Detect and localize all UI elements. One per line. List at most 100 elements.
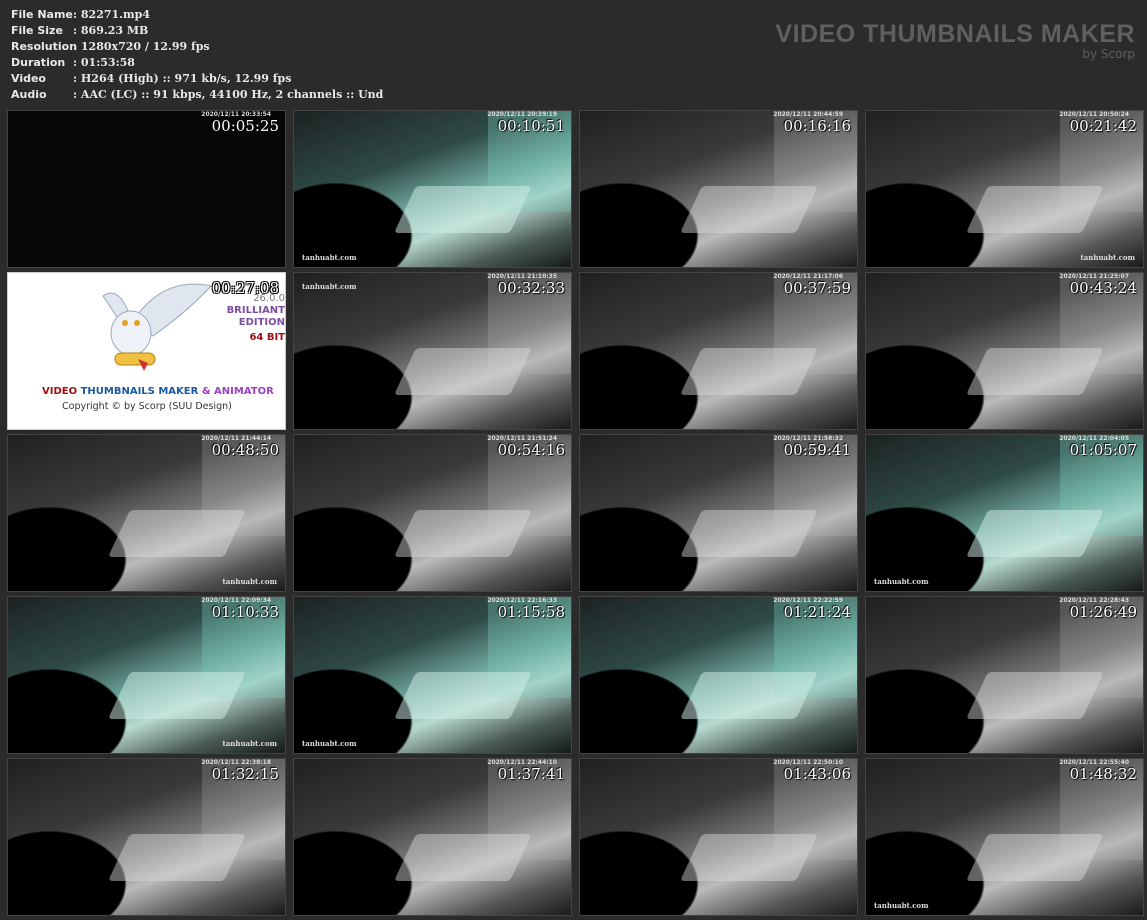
thumbnail-timestamp: 00:32:33 [497,279,565,297]
thumbnail-timestamp: 00:10:51 [497,117,565,135]
info-label: Duration [11,56,66,69]
owl-logo-icon [102,283,212,371]
info-value-text: 869.23 MB [80,24,149,37]
info-row: Duration: 01:53:58 [11,55,383,71]
thumbnail[interactable]: 2020/12/11 21:10:35 00:32:33 tanhuabt.com [293,272,572,430]
info-row: Resolution: 1280x720 / 12.99 fps [11,39,383,55]
thumbnail[interactable]: 2020/12/11 22:38:18 01:32:15 [7,758,286,916]
info-label: Resolution [11,40,78,53]
file-info-panel: File Name: 82271.mp4 File Size: 869.23 MB… [11,7,383,103]
thumbnail-timestamp: 01:10:33 [211,603,279,621]
info-separator: : [73,40,78,53]
thumbnail[interactable]: 2020/12/11 20:44:59 00:16:16 [579,110,858,268]
scene-bed [393,347,533,395]
watermark-text: tanhuabt.com [302,282,357,291]
thumbnail-timestamp: 01:26:49 [1069,603,1137,621]
info-row: File Name: 82271.mp4 [11,7,383,23]
thumbnail-timestamp: 01:43:06 [783,765,851,783]
scene-bed [393,833,533,881]
thumbnail[interactable]: 2020/12/11 21:17:06 00:37:59 [579,272,858,430]
watermark-text: tanhuabt.com [302,253,357,262]
info-label: File Name [11,8,73,21]
info-row: Audio: AAC (LC) :: 91 kbps, 44100 Hz, 2 … [11,87,383,103]
thumbnail-logo[interactable]: 26.0.0 BRILLIANT EDITION 64 BIT VIDEO TH… [7,272,286,430]
thumbnail[interactable]: 2020/12/11 22:22:59 01:21:24 [579,596,858,754]
thumbnail-timestamp: 00:59:41 [783,441,851,459]
thumbnail[interactable]: 2020/12/11 20:50:24 00:21:42 tanhuabt.com [865,110,1144,268]
info-value-text: AAC (LC) :: 91 kbps, 44100 Hz, 2 channel… [80,88,384,101]
thumbnail[interactable]: 2020/12/11 22:04:05 01:05:07 tanhuabt.com [865,434,1144,592]
thumbnail[interactable]: 2020/12/11 22:16:33 01:15:58 tanhuabt.com [293,596,572,754]
watermark-text: tanhuabt.com [874,577,929,586]
thumbnail[interactable]: 2020/12/11 22:09:34 01:10:33 tanhuabt.com [7,596,286,754]
thumbnail[interactable]: 2020/12/11 21:58:32 00:59:41 [579,434,858,592]
info-separator: : [73,88,78,101]
scene-bed [965,347,1105,395]
product-name-a: VIDEO [42,386,81,397]
thumbnail[interactable]: 2020/12/11 20:33:54 00:05:25 [7,110,286,268]
scene-bed [965,509,1105,557]
thumbnail[interactable]: 2020/12/11 21:51:24 00:54:16 [293,434,572,592]
thumbnail[interactable]: 2020/12/11 21:44:14 00:48:50 tanhuabt.com [7,434,286,592]
thumbnail-timestamp: 01:37:41 [497,765,565,783]
info-separator: : [73,24,78,37]
watermark-text: tanhuabt.com [302,739,357,748]
thumbnail-timestamp: 00:21:42 [1069,117,1137,135]
info-value: : 01:53:58 [73,55,135,71]
thumbnail-timestamp: 00:27:08 [211,279,279,297]
thumbnail[interactable]: 2020/12/11 21:25:07 00:43:24 [865,272,1144,430]
info-row: Video : H264 (High) :: 971 kb/s, 12.99 fp… [11,71,383,87]
info-row: File Size: 869.23 MB [11,23,383,39]
info-value-text: 01:53:58 [80,56,135,69]
edition-text: BRILLIANT [226,305,285,316]
info-value-text: 1280x720 / 12.99 fps [80,40,210,53]
scene-bed [393,509,533,557]
info-value: : H264 (High) :: 971 kb/s, 12.99 fps [73,71,291,87]
brand-subtitle: by Scorp [1082,47,1135,61]
thumbnail-timestamp: 00:37:59 [783,279,851,297]
info-value-text: 82271.mp4 [80,8,150,21]
thumbnail-timestamp: 00:54:16 [497,441,565,459]
thumbnail[interactable]: 2020/12/11 22:44:10 01:37:41 [293,758,572,916]
product-name-b: THUMBNAILS MAKER [80,386,202,397]
thumbnail-timestamp: 01:32:15 [211,765,279,783]
product-name-c: & ANIMATOR [201,386,274,397]
thumbnail[interactable]: 2020/12/11 22:55:40 01:48:32 tanhuabt.com [865,758,1144,916]
thumbnail-grid: 2020/12/11 20:33:54 00:05:25 2020/12/11 20… [7,110,1144,916]
info-separator: : [73,8,78,21]
copyright-text: Copyright © by Scorp (SUU Design) [62,401,232,412]
edition-text-2: EDITION [238,317,285,328]
thumbnail-timestamp: 01:15:58 [497,603,565,621]
info-label: File Size [11,24,63,37]
thumbnail-timestamp: 00:05:25 [211,117,279,135]
scene-bed [107,509,247,557]
thumbnail-timestamp: 00:48:50 [211,441,279,459]
scene-bed [107,833,247,881]
thumbnail-timestamp: 01:48:32 [1069,765,1137,783]
scene-bed [393,185,533,233]
scene-bed [679,347,819,395]
thumbnail-timestamp: 00:43:24 [1069,279,1137,297]
brand-title: VIDEO THUMBNAILS MAKER [775,20,1135,48]
scene-bed [965,185,1105,233]
scene-bed [393,671,533,719]
thumbnail[interactable]: 2020/12/11 22:28:43 01:26:49 [865,596,1144,754]
info-separator: : [73,72,78,85]
info-separator: : [73,56,78,69]
scene-bed [965,833,1105,881]
thumbnail-timestamp: 01:21:24 [783,603,851,621]
scene-bed [965,671,1105,719]
info-label: Audio [11,88,47,101]
scene-bed [679,833,819,881]
bits-text: 64 BIT [249,332,285,343]
thumbnail-timestamp: 01:05:07 [1069,441,1137,459]
info-value: : 1280x720 / 12.99 fps [73,39,210,55]
thumbnail-timestamp: 00:16:16 [783,117,851,135]
info-label: Video [11,72,46,85]
thumbnail[interactable]: 2020/12/11 22:50:10 01:43:06 [579,758,858,916]
info-value: : 869.23 MB [73,23,148,39]
scene-bed [679,509,819,557]
brand-header: VIDEO THUMBNAILS MAKER by Scorp [775,20,1135,61]
thumbnail[interactable]: 2020/12/11 20:39:19 00:10:51 tanhuabt.com [293,110,572,268]
info-value: : 82271.mp4 [73,7,150,23]
